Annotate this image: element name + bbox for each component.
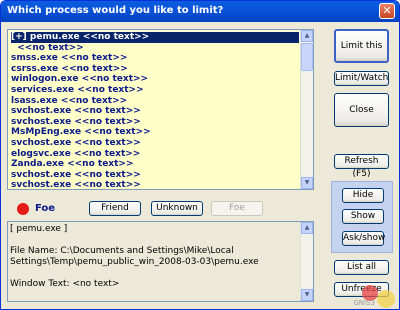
info-scroll-down-icon[interactable]: ▼ — [301, 289, 313, 301]
process-list-item[interactable]: svchost.exe <<no text>> — [11, 117, 313, 128]
scroll-thumb[interactable] — [301, 43, 313, 71]
watermark-text: GNIS3 — [353, 299, 375, 307]
process-list-item[interactable]: csrss.exe <<no text>> — [11, 64, 313, 75]
process-list-item[interactable]: <<no text>> — [11, 43, 313, 54]
scroll-up-icon[interactable]: ▲ — [301, 30, 313, 42]
close-icon[interactable]: ✕ — [379, 3, 395, 19]
unknown-button[interactable]: Unknown — [151, 201, 203, 216]
process-list-items: [+] pemu.exe <<no text>> <<no text>> smss… — [8, 30, 313, 189]
process-list-item[interactable]: svchost.exe <<no text>> — [11, 138, 313, 149]
hide-button[interactable]: Hide — [342, 188, 384, 203]
close-button[interactable]: Close — [334, 93, 389, 127]
info-scroll-up-icon[interactable]: ▲ — [301, 222, 313, 234]
ask-show-button[interactable]: Ask/show — [342, 231, 385, 246]
info-window-text: Window Text: <no text> — [10, 279, 120, 289]
status-label: Foe — [35, 203, 56, 214]
show-button[interactable]: Show — [342, 209, 384, 224]
status-dot-icon — [17, 203, 29, 215]
process-list-item[interactable]: lsass.exe <<no text>> — [11, 96, 313, 107]
process-list-item[interactable]: svchost.exe <<no text>> — [11, 180, 313, 189]
window-title: Which process would you like to limit? — [7, 5, 224, 16]
process-list-scrollbar[interactable]: ▲ ▼ — [300, 30, 313, 189]
process-info-panel: [ pemu.exe ] File Name: C:\Documents and… — [7, 221, 314, 302]
friend-button[interactable]: Friend — [89, 201, 141, 216]
foe-button[interactable]: Foe — [211, 201, 263, 216]
process-list-item[interactable]: svchost.exe <<no text>> — [11, 106, 313, 117]
process-list[interactable]: [+] pemu.exe <<no text>> <<no text>> smss… — [7, 29, 314, 190]
watermark-yellow-icon — [377, 290, 395, 308]
info-scrollbar[interactable]: ▲ ▼ — [300, 222, 313, 301]
info-file-path: Settings\Temp\pemu_public_win_2008-03-03… — [10, 257, 259, 267]
info-file-name: File Name: C:\Documents and Settings\Mik… — [10, 246, 234, 256]
limit-watch-button[interactable]: Limit/Watch — [334, 71, 389, 86]
process-list-item[interactable]: smss.exe <<no text>> — [11, 53, 313, 64]
process-list-item[interactable]: services.exe <<no text>> — [11, 85, 313, 96]
process-list-item[interactable]: MsMpEng.exe <<no text>> — [11, 127, 313, 138]
scroll-down-icon[interactable]: ▼ — [301, 177, 313, 189]
process-list-item[interactable]: Zanda.exe <<no text>> — [11, 159, 313, 170]
refresh-button[interactable]: Refresh (F5) — [334, 154, 389, 179]
process-list-item[interactable]: winlogon.exe <<no text>> — [11, 74, 313, 85]
limit-process-dialog: Which process would you like to limit? ✕… — [0, 0, 400, 310]
info-process-name: [ pemu.exe ] — [10, 224, 68, 234]
process-list-item[interactable]: [+] pemu.exe <<no text>> — [10, 31, 300, 44]
list-all-button[interactable]: List all — [334, 260, 389, 275]
process-list-item[interactable]: svchost.exe <<no text>> — [11, 170, 313, 181]
process-list-item[interactable]: elogsvc.exe <<no text>> — [11, 149, 313, 160]
limit-this-button[interactable]: Limit this — [334, 29, 389, 63]
title-bar: Which process would you like to limit? ✕ — [1, 1, 399, 22]
